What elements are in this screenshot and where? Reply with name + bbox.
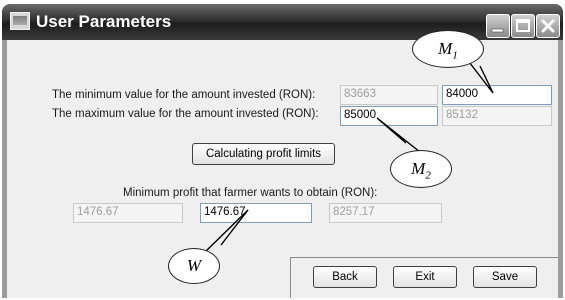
m1-subscript: 1 xyxy=(452,49,458,62)
m1-letter: M xyxy=(438,39,453,58)
m2-pointer xyxy=(376,117,421,153)
m2-letter: M xyxy=(411,159,426,178)
m2-callout: M2 xyxy=(390,150,452,188)
w-callout: W xyxy=(168,248,220,284)
w-pointer xyxy=(204,209,249,253)
m2-subscript: 2 xyxy=(425,169,431,182)
m1-callout: M1 xyxy=(412,30,484,68)
w-letter: W xyxy=(186,256,202,275)
